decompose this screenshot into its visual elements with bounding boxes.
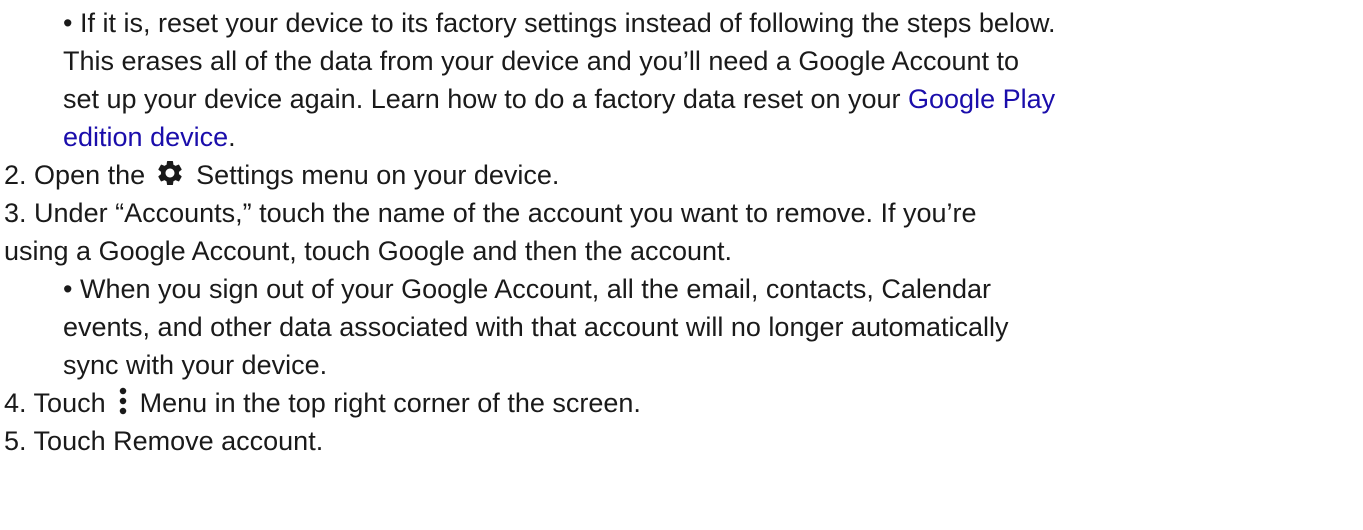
step-3-text-1: Under “Accounts,” touch the name of the … xyxy=(34,198,977,228)
instructions-document: • If it is, reset your device to its fac… xyxy=(4,4,1359,460)
bullet-marker: • xyxy=(63,8,73,38)
step-4: 4. Touch Menu in the top right corner of… xyxy=(4,384,1359,422)
step-2-number: 2. xyxy=(4,160,27,190)
more-vert-icon xyxy=(119,387,126,415)
step-4-post-text: Menu in the top right corner of the scre… xyxy=(139,388,641,418)
google-play-edition-link-part1[interactable]: Google Play xyxy=(908,84,1055,114)
sign-out-note-text-2: events, and other data associated with t… xyxy=(63,312,1009,342)
step-4-pre-text: Touch xyxy=(33,388,106,418)
factory-reset-note-line-2: This erases all of the data from your de… xyxy=(4,42,1359,80)
factory-reset-note-line-4: edition device. xyxy=(4,118,1359,156)
factory-reset-note-text-2: This erases all of the data from your de… xyxy=(63,46,1020,76)
step-2-post-text: Settings menu on your device. xyxy=(196,160,560,190)
step-4-number: 4. xyxy=(4,388,27,418)
sentence-period: . xyxy=(228,122,236,152)
step-3-text-2: using a Google Account, touch Google and… xyxy=(4,236,733,266)
step-5: 5. Touch Remove account. xyxy=(4,422,1359,460)
factory-reset-note-line-3: set up your device again. Learn how to d… xyxy=(4,80,1359,118)
sign-out-note-text-3: sync with your device. xyxy=(63,350,328,380)
sign-out-note-line-2: events, and other data associated with t… xyxy=(4,308,1359,346)
step-5-number: 5. xyxy=(4,426,27,456)
factory-reset-note-text-1: If it is, reset your device to its facto… xyxy=(79,8,1056,38)
google-play-edition-link-part2[interactable]: edition device xyxy=(63,122,228,152)
step-3-line-2: using a Google Account, touch Google and… xyxy=(4,232,1359,270)
step-2-pre-text: Open the xyxy=(34,160,146,190)
factory-reset-note-line-1: • If it is, reset your device to its fac… xyxy=(4,4,1359,42)
sign-out-note-line-1: • When you sign out of your Google Accou… xyxy=(4,270,1359,308)
bullet-marker: • xyxy=(63,274,73,304)
step-3-line-1: 3. Under “Accounts,” touch the name of t… xyxy=(4,194,1359,232)
gear-icon xyxy=(157,161,182,185)
factory-reset-note-text-3: set up your device again. Learn how to d… xyxy=(63,84,909,114)
sign-out-note-text-1: When you sign out of your Google Account… xyxy=(79,274,991,304)
step-3-number: 3. xyxy=(4,198,27,228)
step-2: 2. Open the Settings menu on your device… xyxy=(4,156,1359,194)
sign-out-note-line-3: sync with your device. xyxy=(4,346,1359,384)
step-5-text: Touch Remove account. xyxy=(33,426,324,456)
